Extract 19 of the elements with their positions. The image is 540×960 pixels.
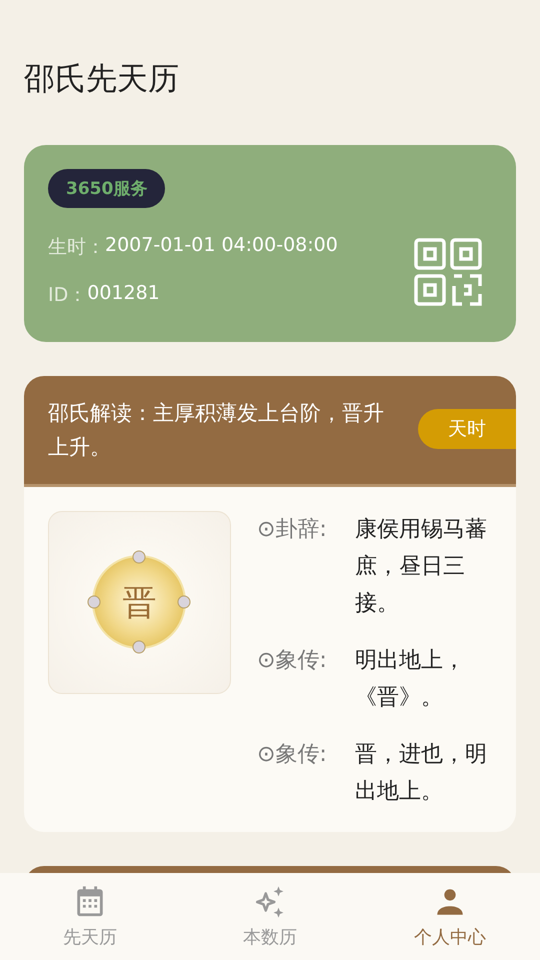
nav-tab[interactable]: 本数历 [180, 873, 360, 960]
nav-tab[interactable]: 个人中心 [360, 873, 540, 960]
service-badge: 3650服务 [48, 169, 166, 208]
line-text: 明出地上，《晋》。 [355, 647, 466, 712]
nav-tab[interactable]: 先天历 [0, 873, 180, 960]
page-title: 邵氏先天历 [24, 60, 179, 99]
qr-code-icon[interactable] [414, 238, 482, 306]
line-label: ⊙卦辞: [257, 516, 328, 544]
reading-summary: 邵氏解读：主厚积薄发上台阶，晋升上升。 [48, 400, 385, 461]
line-text: 康侯用锡马蕃庶，昼日三接。 [355, 516, 488, 618]
birth-time: 2007-01-01 04:00-08:00 [105, 234, 338, 258]
birth-label: 生时： [48, 235, 105, 260]
id-value: 001281 [87, 282, 160, 306]
category-tag: 天时 [418, 409, 516, 449]
line-label: ⊙象传: [257, 647, 328, 675]
line-label: ⊙象传: [257, 741, 328, 769]
id-label: ID： [48, 283, 88, 308]
line-text: 晋，进也，明出地上。 [355, 741, 488, 806]
hexagram-name: 晋 [122, 582, 156, 624]
